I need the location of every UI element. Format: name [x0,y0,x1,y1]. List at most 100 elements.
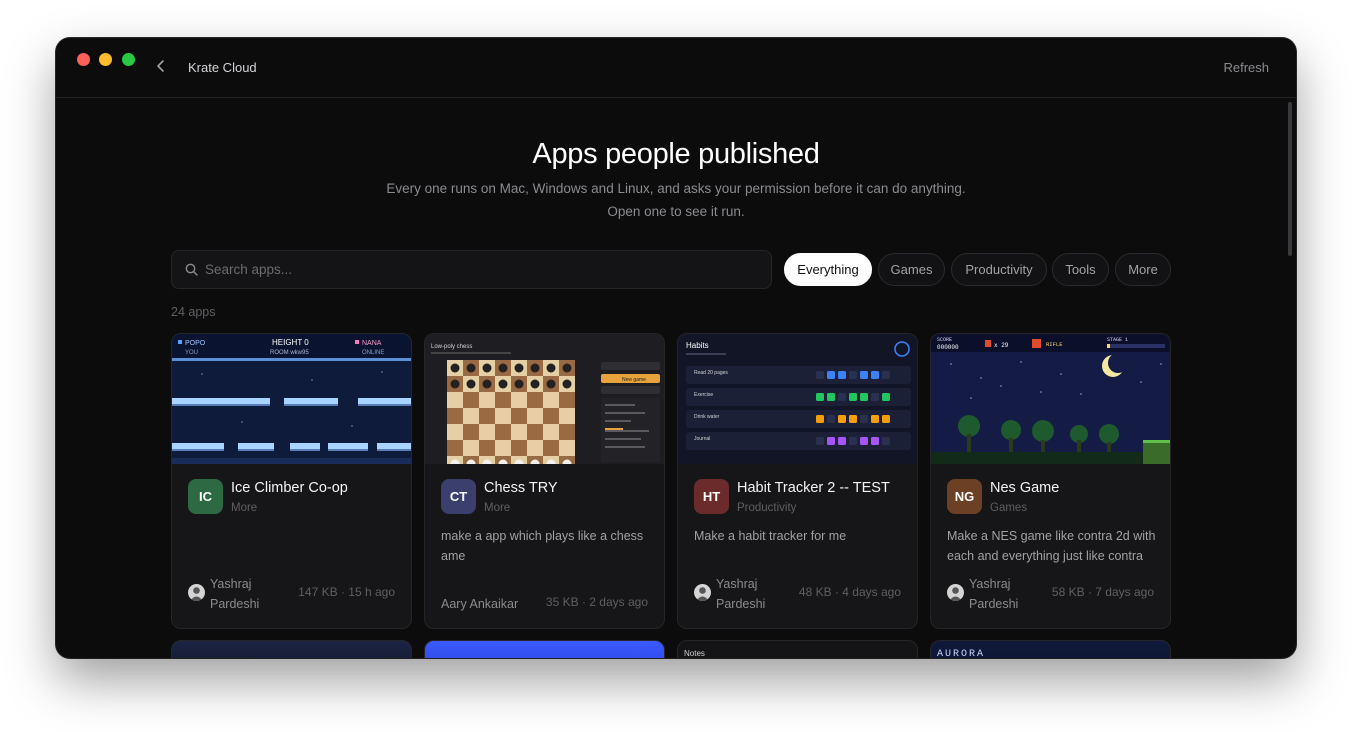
chess-piece [466,363,476,373]
svg-text:Low-poly chess: Low-poly chess [431,344,472,350]
habit-day-box [849,371,857,379]
habit-day-box [827,415,835,423]
app-name: Ice Climber Co-op [231,480,348,496]
author-name: Yashraj Pardeshi [969,577,1019,611]
title-bar: Krate Cloud Refresh [56,38,1296,98]
habit-day-box [860,393,868,401]
habit-day-box [838,371,846,379]
filter-tools[interactable]: Tools [1052,253,1109,286]
habit-day-box [882,393,890,401]
chess-piece [482,363,492,373]
habit-day-box [838,393,846,401]
filter-everything[interactable]: Everything [784,253,872,286]
habit-day-box [860,437,868,445]
app-meta: 147 KB · 15 h ago [298,585,395,599]
habit-day-box [816,371,824,379]
svg-text:SCORE: SCORE [937,337,952,343]
app-category: More [231,502,258,514]
app-icon-tile: NG [947,479,982,514]
search-icon [185,263,198,276]
chess-square [511,424,527,440]
chess-square [463,424,479,440]
window-title: Krate Cloud [188,60,257,75]
habit-day-box [816,415,824,423]
habit-day-box [827,437,835,445]
app-card-row2-4[interactable]: AURORA [930,640,1171,658]
filter-games[interactable]: Games [878,253,945,286]
app-card-ice-climber[interactable]: POPO YOU HEIGHT 0 ROOM wkw95 NANA ONLINE [171,333,412,629]
page-subtitle-line-2: Open one to see it run. [607,204,745,219]
app-count: 24 apps [171,305,216,319]
app-card-chess[interactable]: Low-poly chess New game CT Chess TRY Mor… [424,333,665,629]
chess-square [543,440,559,456]
app-window: Krate Cloud Refresh Apps people publishe… [56,38,1296,658]
chess-piece [450,379,460,389]
app-description: Make a NES game like contra 2d with each… [947,529,1156,563]
app-preview-chess: Low-poly chess New game [425,334,664,464]
search-input[interactable] [205,251,760,288]
app-card-row2-3[interactable]: Notes [677,640,918,658]
chess-piece [498,363,508,373]
author-name: Aary Ankaikar [441,597,519,611]
app-description: Make a habit tracker for me [694,529,847,543]
habit-day-box [860,371,868,379]
svg-text:ONLINE: ONLINE [362,350,384,356]
habit-day-box [871,415,879,423]
app-card-habit-tracker[interactable]: Habits Read 20 pages Exercise Drink water J… [677,333,918,629]
chess-square [527,424,543,440]
row2-card-preview-label: AURORA [937,649,986,658]
app-card-row2-1[interactable] [171,640,412,658]
chess-square [447,392,463,408]
chess-square [495,440,511,456]
habit-day-box [838,437,846,445]
svg-text:New game: New game [622,377,646,383]
chess-square [527,440,543,456]
chess-square [543,408,559,424]
chess-square [479,424,495,440]
refresh-button[interactable]: Refresh [1223,60,1269,75]
chess-piece [530,363,540,373]
habit-day-box [816,437,824,445]
author-avatar [694,584,711,601]
chess-square [527,408,543,424]
chess-square [511,392,527,408]
svg-text:STAGE 1: STAGE 1 [1107,337,1128,343]
chess-square [543,424,559,440]
chess-square [447,424,463,440]
row2-card-preview-label: Notes [684,649,705,658]
close-window-button[interactable] [77,53,90,66]
chess-square [511,440,527,456]
chess-piece [514,363,524,373]
chess-piece [498,379,508,389]
chess-piece [466,379,476,389]
search-box[interactable] [171,250,772,289]
filter-productivity[interactable]: Productivity [951,253,1047,286]
chess-piece [530,379,540,389]
chess-square [463,392,479,408]
main-content: Apps people published Every one runs on … [56,98,1296,658]
habit-day-box [838,415,846,423]
app-preview-ice-climber: POPO YOU HEIGHT 0 ROOM wkw95 NANA ONLINE [172,334,411,464]
habit-day-box [860,415,868,423]
habit-day-box [882,437,890,445]
app-card-row2-2[interactable] [424,640,665,658]
habit-name: Read 20 pages [694,370,728,376]
app-description: make a app which plays like a chess ame [441,529,644,563]
app-icon-tile: HT [694,479,729,514]
back-chevron-icon[interactable] [154,56,168,76]
habit-day-box [816,393,824,401]
svg-text:YOU: YOU [185,350,198,356]
chess-square [463,408,479,424]
app-category: Productivity [737,502,797,514]
app-meta: 58 KB · 7 days ago [1051,585,1154,599]
minimize-window-button[interactable] [99,53,112,66]
maximize-window-button[interactable] [122,53,135,66]
chess-piece [562,379,572,389]
app-meta: 48 KB · 4 days ago [798,585,901,599]
filter-more[interactable]: More [1115,253,1171,286]
chess-square [559,408,575,424]
chess-square [479,392,495,408]
app-card-nes-game[interactable]: SCORE 000000 x 29 RIFLE STAGE 1 NG Nes G… [930,333,1171,629]
chess-square [447,408,463,424]
habit-day-box [849,415,857,423]
